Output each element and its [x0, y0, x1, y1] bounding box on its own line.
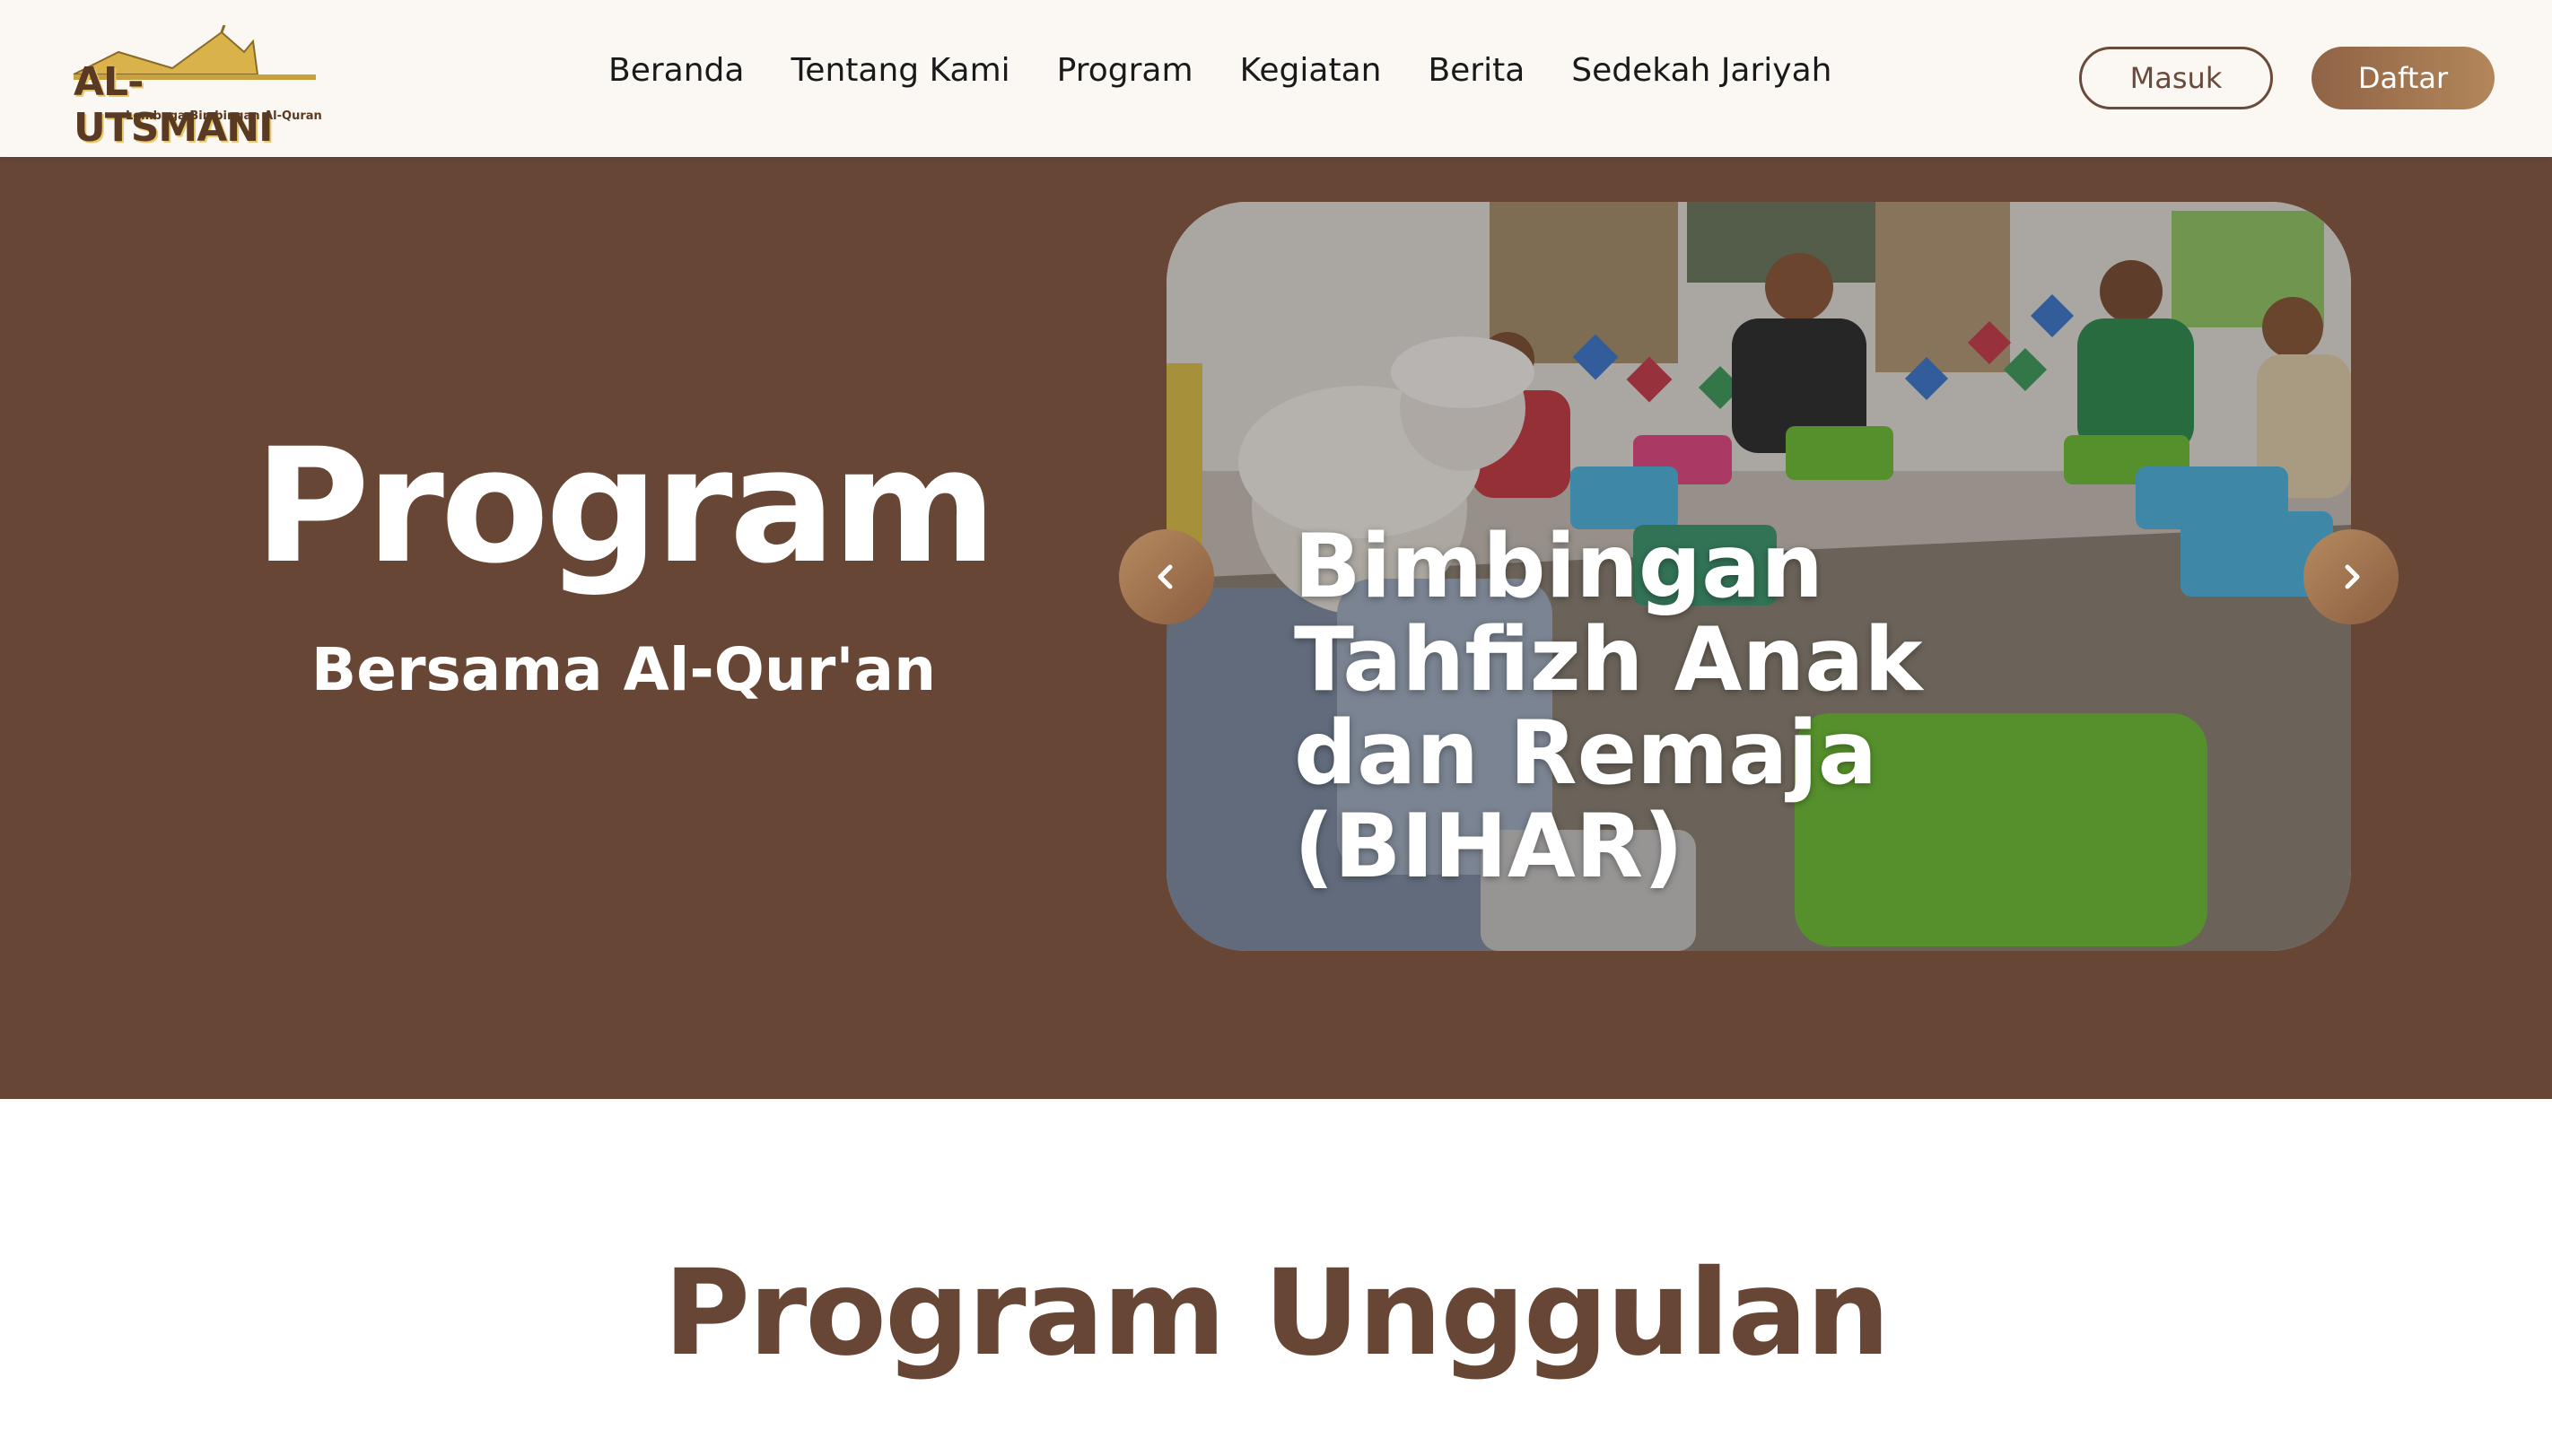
logo-wordmark: AL-UTSMANI: [74, 59, 273, 151]
nav-item-berita[interactable]: Berita: [1428, 52, 1525, 89]
slide-caption: Bimbingan Tahfizh Anak dan Remaja (BIHAR…: [1294, 516, 1923, 898]
hero-title: Program: [254, 414, 997, 598]
carousel-slide[interactable]: Bimbingan Tahfizh Anak dan Remaja (BIHAR…: [1167, 202, 2351, 951]
chevron-left-icon: [1158, 564, 1173, 589]
nav-item-kegiatan[interactable]: Kegiatan: [1240, 52, 1382, 89]
logo-tagline: Lembaga Bimbingan Al-Quran: [126, 109, 322, 123]
chevron-right-icon: [2345, 564, 2360, 589]
nav-item-tentang-kami[interactable]: Tentang Kami: [791, 52, 1009, 89]
site-header: AL-UTSMANI Lembaga Bimbingan Al-Quran Be…: [0, 0, 2552, 157]
hero-section: Program Bersama Al-Qur'an Bimbingan Tahf…: [0, 157, 2552, 1099]
section-title: Program Unggulan: [663, 1244, 1890, 1382]
main-nav: Beranda Tentang Kami Program Kegiatan Be…: [608, 52, 1878, 89]
site-logo[interactable]: AL-UTSMANI Lembaga Bimbingan Al-Quran: [65, 25, 325, 151]
login-button[interactable]: Masuk: [2079, 47, 2273, 109]
hero-subtitle: Bersama Al-Qur'an: [310, 635, 937, 704]
nav-item-beranda[interactable]: Beranda: [608, 52, 744, 89]
nav-item-sedekah-jariyah[interactable]: Sedekah Jariyah: [1571, 52, 1831, 89]
register-button[interactable]: Daftar: [2312, 47, 2495, 109]
carousel-prev-button[interactable]: [1119, 529, 1214, 624]
carousel-next-button[interactable]: [2303, 529, 2399, 624]
nav-item-program[interactable]: Program: [1057, 52, 1193, 89]
